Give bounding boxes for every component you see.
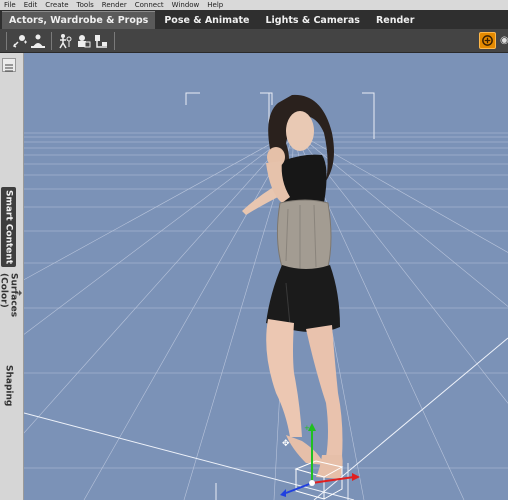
3d-viewport[interactable]: + ✥ <box>24 53 508 500</box>
toolbar-divider <box>51 31 52 50</box>
tab-shaping[interactable]: Shaping <box>1 363 16 409</box>
tab-pose-animate[interactable]: Pose & Animate <box>157 11 256 29</box>
viewport-scene: + ✥ <box>24 92 508 500</box>
menu-create[interactable]: Create <box>45 0 68 10</box>
figure-model <box>242 94 343 479</box>
figure-icon[interactable] <box>29 32 47 50</box>
surface-selection-icon[interactable] <box>74 32 92 50</box>
toolbar-right: ◉ <box>479 32 508 49</box>
menu-edit[interactable]: Edit <box>24 0 38 10</box>
toolbar-divider <box>114 31 115 50</box>
menu-window[interactable]: Window <box>172 0 200 10</box>
active-tool-icon[interactable] <box>479 32 496 49</box>
node-selection-icon[interactable] <box>11 32 29 50</box>
joint-editor-icon[interactable] <box>56 32 74 50</box>
tab-render[interactable]: Render <box>369 11 421 29</box>
eye-icon[interactable]: ◉ <box>500 32 508 49</box>
toolbar-divider <box>6 31 7 50</box>
tab-actors-wardrobe-props[interactable]: Actors, Wardrobe & Props <box>2 11 156 29</box>
svg-text:+: + <box>304 424 310 432</box>
menu-tools[interactable]: Tools <box>77 0 94 10</box>
grid-axis-line <box>313 337 508 500</box>
region-navigator-icon[interactable] <box>92 32 110 50</box>
tab-surfaces-color[interactable]: Surfaces (Color) <box>0 273 19 353</box>
toolbar: ◉ <box>0 29 508 53</box>
ground-grid <box>24 130 508 500</box>
pane-options-icon[interactable] <box>2 58 16 72</box>
menu-file[interactable]: File <box>4 0 16 10</box>
left-pane-tabs: Smart Content Surfaces (Color) Shaping <box>0 53 24 500</box>
collapse-arrow-icon[interactable] <box>19 290 22 296</box>
tab-smart-content[interactable]: Smart Content <box>1 187 16 267</box>
svg-text:✥: ✥ <box>282 439 290 449</box>
menu-render[interactable]: Render <box>102 0 127 10</box>
tab-lights-cameras[interactable]: Lights & Cameras <box>258 11 366 29</box>
menu-help[interactable]: Help <box>207 0 223 10</box>
menu-bar: File Edit Create Tools Render Connect Wi… <box>0 0 508 10</box>
room-tabs: Actors, Wardrobe & Props Pose & Animate … <box>0 10 508 29</box>
menu-connect[interactable]: Connect <box>135 0 164 10</box>
